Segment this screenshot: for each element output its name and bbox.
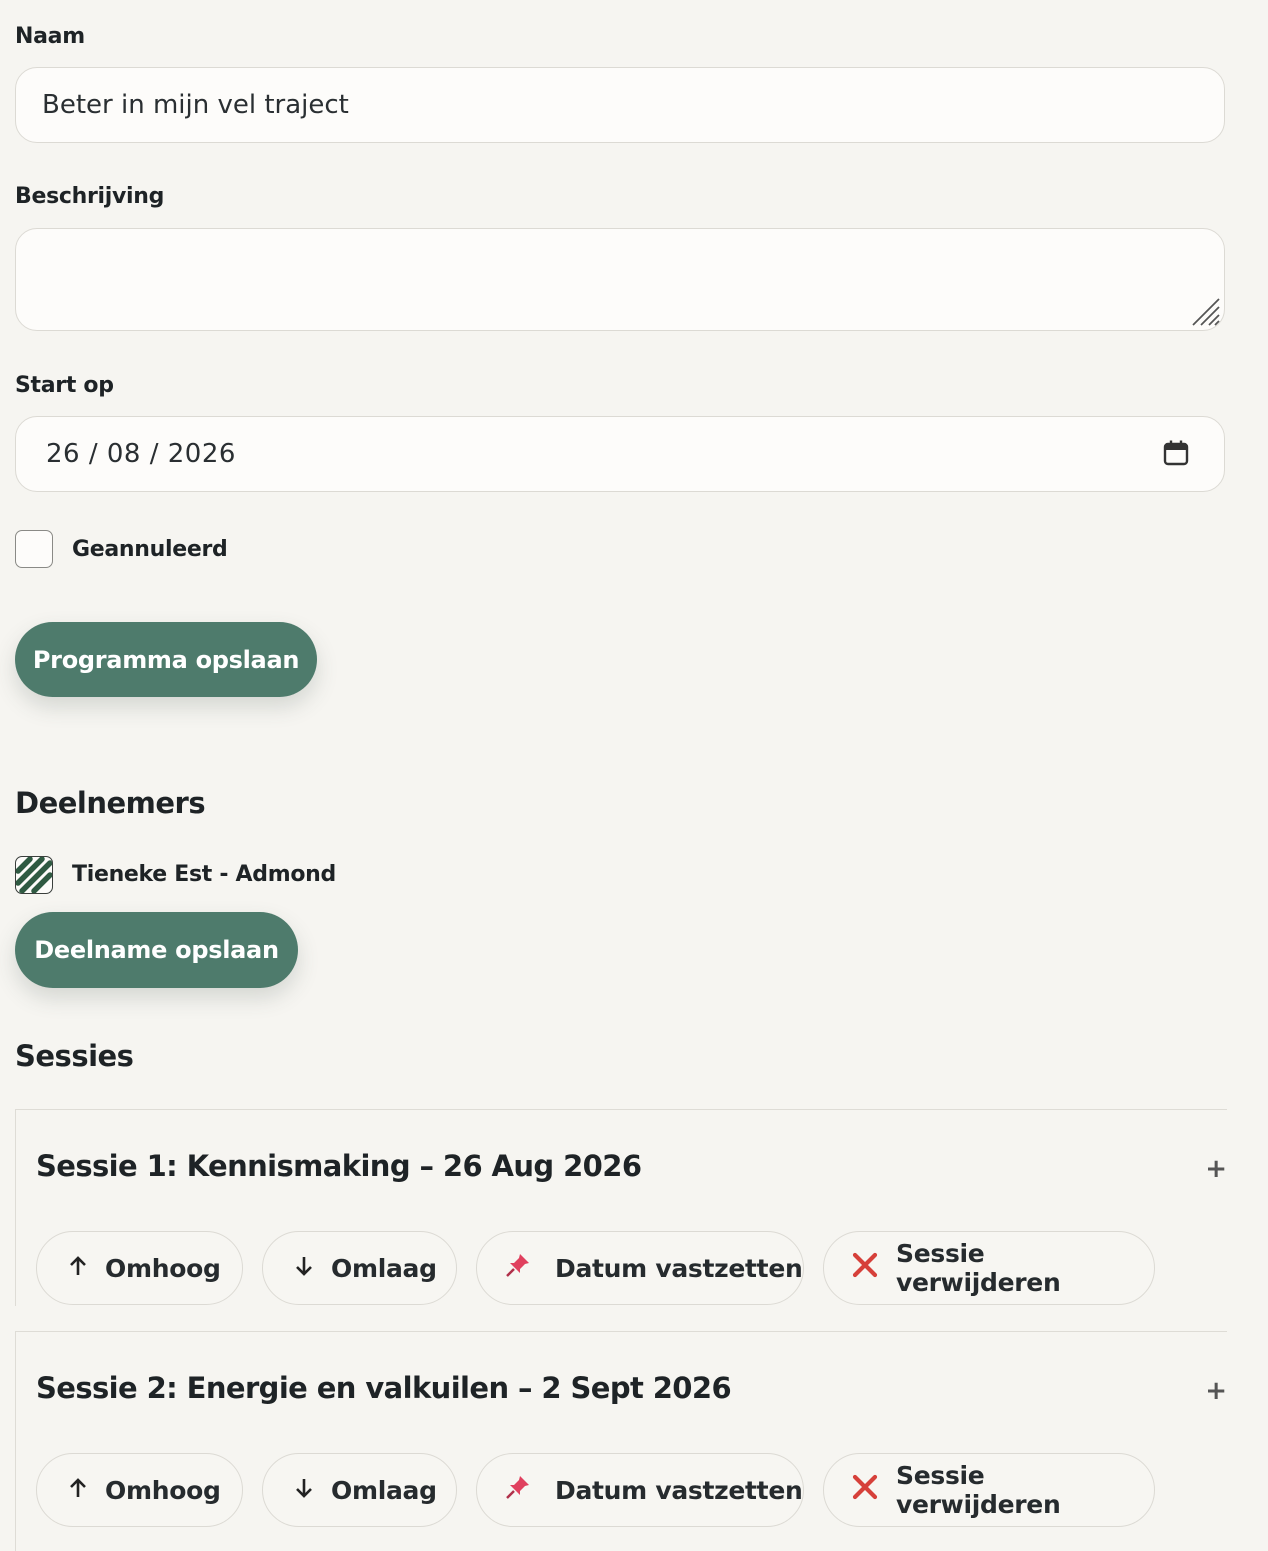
- start-date-label: Start op: [15, 373, 114, 398]
- expand-plus-icon[interactable]: +: [1205, 1376, 1227, 1406]
- start-date-input[interactable]: 26 / 08 / 2026: [15, 416, 1225, 492]
- session-title: Sessie 2: Energie en valkuilen – 2 Sept …: [36, 1371, 732, 1405]
- resize-handle-icon[interactable]: [1191, 297, 1221, 327]
- save-participation-button[interactable]: Deelname opslaan: [15, 912, 298, 988]
- pin-date-label: Datum vastzetten: [555, 1475, 803, 1505]
- cancelled-checkbox[interactable]: [15, 530, 53, 568]
- arrow-up-icon: [65, 1254, 91, 1283]
- cross-icon: [852, 1252, 878, 1284]
- move-down-button[interactable]: Omlaag: [262, 1453, 457, 1527]
- move-up-button[interactable]: Omhoog: [36, 1231, 243, 1305]
- delete-session-button[interactable]: Sessie verwijderen: [823, 1453, 1155, 1527]
- session-card: Sessie 1: Kennismaking – 26 Aug 2026 + O…: [15, 1109, 1227, 1306]
- delete-session-label: Sessie verwijderen: [896, 1239, 1061, 1297]
- participant-checkbox[interactable]: [15, 856, 53, 894]
- session-title: Sessie 1: Kennismaking – 26 Aug 2026: [36, 1149, 642, 1183]
- delete-session-label: Sessie verwijderen: [896, 1461, 1061, 1519]
- move-up-label: Omhoog: [105, 1253, 221, 1283]
- description-textarea[interactable]: [15, 228, 1225, 331]
- cancelled-label: Geannuleerd: [72, 537, 228, 562]
- pin-date-button[interactable]: Datum vastzetten: [476, 1231, 804, 1305]
- checked-pattern-icon: [16, 857, 52, 893]
- start-date-value: 26 / 08 / 2026: [46, 439, 236, 469]
- arrow-down-icon: [291, 1476, 317, 1505]
- pin-date-button[interactable]: Datum vastzetten: [476, 1453, 804, 1527]
- name-input-value: Beter in mijn vel traject: [42, 90, 349, 120]
- move-down-label: Omlaag: [331, 1475, 437, 1505]
- calendar-icon[interactable]: [1162, 439, 1190, 467]
- participants-heading: Deelnemers: [15, 786, 206, 820]
- cross-icon: [852, 1474, 878, 1506]
- expand-plus-icon[interactable]: +: [1205, 1154, 1227, 1184]
- arrow-down-icon: [291, 1254, 317, 1283]
- move-up-button[interactable]: Omhoog: [36, 1453, 243, 1527]
- pushpin-icon: [505, 1474, 531, 1506]
- participant-label: Tieneke Est - Admond: [72, 862, 336, 887]
- arrow-up-icon: [65, 1476, 91, 1505]
- save-program-button[interactable]: Programma opslaan: [15, 622, 317, 697]
- session-card: Sessie 2: Energie en valkuilen – 2 Sept …: [15, 1331, 1227, 1551]
- delete-session-button[interactable]: Sessie verwijderen: [823, 1231, 1155, 1305]
- description-label: Beschrijving: [15, 184, 165, 209]
- move-down-button[interactable]: Omlaag: [262, 1231, 457, 1305]
- pin-date-label: Datum vastzetten: [555, 1253, 803, 1283]
- move-up-label: Omhoog: [105, 1475, 221, 1505]
- pushpin-icon: [505, 1252, 531, 1284]
- name-label: Naam: [15, 24, 85, 49]
- move-down-label: Omlaag: [331, 1253, 437, 1283]
- sessions-heading: Sessies: [15, 1039, 134, 1073]
- name-input[interactable]: Beter in mijn vel traject: [15, 67, 1225, 143]
